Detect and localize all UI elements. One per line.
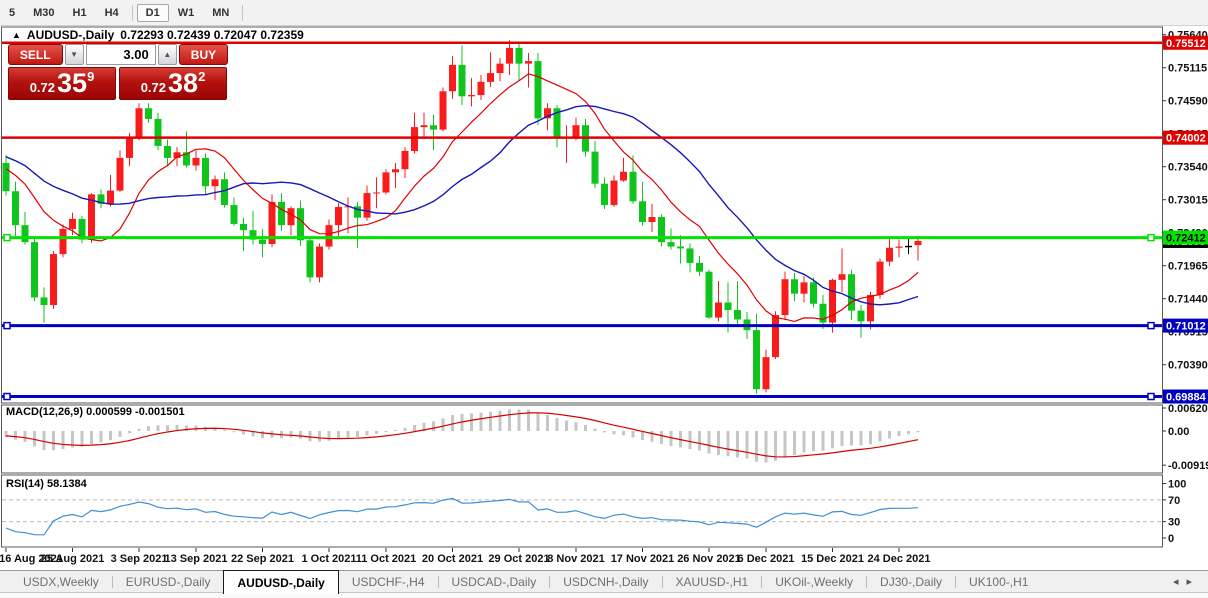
toolbar-separator — [132, 5, 133, 21]
line-handle[interactable] — [4, 235, 10, 241]
collapse-oneclick-icon[interactable]: ▲ — [12, 30, 21, 40]
chart-ohlc-values: 0.72293 0.72439 0.72047 0.72359 — [120, 28, 304, 42]
price-tick-label: 0.74590 — [1168, 96, 1208, 108]
price-badge-0.74002: 0.74002 — [1163, 131, 1208, 145]
date-tick-label: 1 Oct 2021 — [301, 553, 356, 565]
date-tick-label: 17 Nov 2021 — [611, 553, 675, 565]
rsi-pane-frame — [2, 475, 1163, 547]
chart-tab-usdcaddaily[interactable]: USDCAD-,Daily — [439, 573, 550, 591]
buy-price-big: 38 — [168, 70, 198, 97]
price-tick-label: 0.70390 — [1168, 360, 1208, 372]
chart-tab-usdchfh4[interactable]: USDCHF-,H4 — [339, 573, 438, 591]
macd-signal-value: -0.001501 — [135, 406, 185, 418]
chart-tab-usdxweekly[interactable]: USDX,Weekly — [10, 573, 112, 591]
svg-text:0.71012: 0.71012 — [1166, 321, 1206, 333]
date-tick-label: 13 Sep 2021 — [165, 553, 228, 565]
macd-axis-label: 0.00 — [1168, 426, 1189, 438]
date-tick-label: 26 Nov 2021 — [677, 553, 741, 565]
chart-tab-eurusddaily[interactable]: EURUSD-,Daily — [113, 573, 224, 591]
rsi-axis-label: 30 — [1168, 517, 1180, 529]
chart-tab-usdcnhdaily[interactable]: USDCNH-,Daily — [550, 573, 661, 591]
line-handle[interactable] — [4, 394, 10, 400]
timeframe-m30[interactable]: M30 — [24, 4, 63, 22]
price-tick-label: 0.71440 — [1168, 294, 1208, 306]
buy-button[interactable]: BUY — [179, 44, 228, 65]
chart-symbol-label: AUDUSD-,Daily — [27, 28, 114, 42]
price-badge-0.72412: 0.72412 — [1163, 231, 1208, 245]
rsi-indicator-label: RSI(14) 58.1384 — [6, 478, 87, 490]
macd-main-value: 0.000599 — [86, 406, 132, 418]
svg-text:0.75512: 0.75512 — [1166, 38, 1206, 50]
date-tick-label: 6 Dec 2021 — [738, 553, 795, 565]
timeframe-d1[interactable]: D1 — [137, 4, 169, 22]
chart-tab-audusddaily[interactable]: AUDUSD-,Daily — [223, 570, 338, 594]
chart-tab-xauusdh1[interactable]: XAUUSD-,H1 — [663, 573, 762, 591]
date-tick-label: 11 Oct 2021 — [356, 553, 417, 565]
tab-bar-strip — [0, 592, 1208, 598]
chart-tab-bar: USDX,WeeklyEURUSD-,DailyAUDUSD-,DailyUSD… — [0, 570, 1208, 598]
chart-tab-dj30daily[interactable]: DJ30-,Daily — [867, 573, 955, 591]
svg-text:0.69884: 0.69884 — [1166, 392, 1207, 404]
sell-price-pipette: 9 — [87, 69, 94, 84]
rsi-axis-label: 70 — [1168, 495, 1180, 507]
timeframe-5[interactable]: 5 — [0, 4, 24, 22]
date-tick-label: 15 Dec 2021 — [801, 553, 864, 565]
volume-input[interactable] — [86, 44, 156, 65]
mt4-window: { "toolbar": { "timeframes": [ {"label":… — [0, 0, 1208, 597]
buy-price-pipette: 2 — [198, 69, 205, 84]
date-tick-label: 20 Oct 2021 — [422, 553, 483, 565]
rsi-value: 58.1384 — [47, 478, 87, 490]
date-tick-label: 29 Oct 2021 — [488, 553, 549, 565]
chart-workspace: 0.756400.751150.745900.740650.735400.730… — [0, 25, 1208, 570]
tab-scroll-arrows: ◂▸ — [1173, 575, 1200, 588]
sell-button[interactable]: SELL — [8, 44, 63, 65]
svg-text:0.74002: 0.74002 — [1166, 133, 1206, 145]
volume-decrease-button[interactable]: ▼ — [65, 44, 84, 65]
price-tick-label: 0.75115 — [1168, 63, 1207, 75]
price-badge-0.75512: 0.75512 — [1163, 36, 1208, 50]
timeframe-toolbar: 5M30H1H4 D1W1MN — [0, 0, 1208, 26]
tab-scroll-right-icon[interactable]: ▸ — [1186, 576, 1200, 588]
macd-indicator-label: MACD(12,26,9) 0.000599 -0.001501 — [6, 406, 185, 418]
buy-price-prefix: 0.72 — [141, 80, 166, 95]
chart-title: ▲ AUDUSD-,Daily 0.72293 0.72439 0.72047 … — [12, 28, 304, 42]
date-tick-label: 24 Dec 2021 — [868, 553, 931, 565]
macd-axis-label: -0.009197 — [1168, 460, 1208, 472]
svg-text:0.72412: 0.72412 — [1166, 233, 1206, 245]
macd-axis-label: 0.006201 — [1168, 403, 1208, 415]
date-tick-label: 3 Sep 2021 — [111, 553, 168, 565]
rsi-axis-label: 0 — [1168, 533, 1174, 545]
date-tick-label: 8 Nov 2021 — [547, 553, 604, 565]
line-handle[interactable] — [1148, 235, 1154, 241]
price-tick-label: 0.73015 — [1168, 195, 1208, 207]
line-handle[interactable] — [1148, 394, 1154, 400]
chart-tab-uk100h1[interactable]: UK100-,H1 — [956, 573, 1041, 591]
date-tick-label: 25 Aug 2021 — [41, 553, 105, 565]
buy-price-panel[interactable]: 0.72 38 2 — [119, 67, 227, 100]
rsi-axis-label: 100 — [1168, 479, 1186, 491]
price-badge-0.71012: 0.71012 — [1163, 319, 1208, 333]
line-handle[interactable] — [4, 323, 10, 329]
volume-increase-button[interactable]: ▲ — [158, 44, 177, 65]
price-tick-label: 0.71965 — [1168, 261, 1208, 273]
line-handle[interactable] — [1148, 323, 1154, 329]
sell-price-panel[interactable]: 0.72 35 9 — [8, 67, 116, 100]
timeframe-w1[interactable]: W1 — [169, 4, 204, 22]
price-badge-0.69884: 0.69884 — [1163, 390, 1208, 404]
date-tick-label: 22 Sep 2021 — [231, 553, 294, 565]
timeframe-h4[interactable]: H4 — [96, 4, 128, 22]
tab-scroll-left-icon[interactable]: ◂ — [1173, 576, 1187, 588]
price-tick-label: 0.73540 — [1168, 162, 1208, 174]
sell-price-prefix: 0.72 — [30, 80, 55, 95]
sell-price-big: 35 — [57, 70, 87, 97]
chart-canvas[interactable]: 0.756400.751150.745900.740650.735400.730… — [0, 25, 1208, 570]
toolbar-separator — [242, 5, 243, 21]
one-click-trading-panel: SELL ▼ ▲ BUY 0.72 35 9 0.72 38 2 — [8, 44, 228, 100]
chart-tab-ukoilweekly[interactable]: UKOil-,Weekly — [762, 573, 866, 591]
timeframe-mn[interactable]: MN — [203, 4, 238, 22]
timeframe-h1[interactable]: H1 — [64, 4, 96, 22]
